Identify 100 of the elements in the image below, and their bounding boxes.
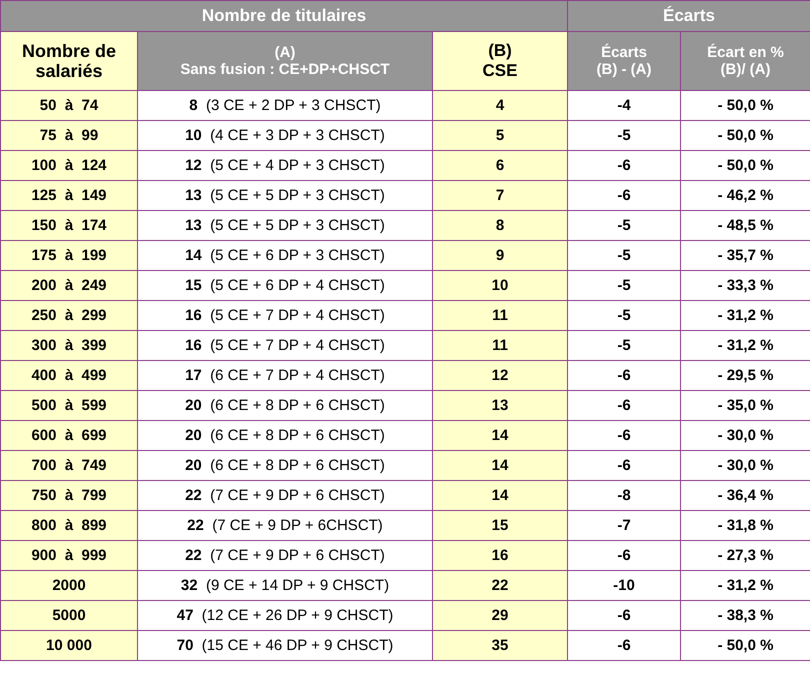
table-cell: -6 — [568, 600, 680, 630]
table-cell: -6 — [568, 360, 680, 390]
table-cell: 12 — [432, 360, 568, 390]
table-cell: 400 à 499 — [0, 360, 138, 390]
table-cell: - 31,8 % — [680, 510, 810, 540]
table-cell: -6 — [568, 540, 680, 570]
column-header: Écart en % (B)/ (A) — [680, 32, 810, 90]
table-cell: 47 (12 CE + 26 DP + 9 CHSCT) — [138, 600, 432, 630]
table-cell: -6 — [568, 180, 680, 210]
table-cell: -5 — [568, 330, 680, 360]
table-cell: - 50,0 % — [680, 630, 810, 660]
table-cell: -5 — [568, 120, 680, 150]
table-cell: 22 (7 CE + 9 DP + 6 CHSCT) — [138, 480, 432, 510]
table-cell: 2000 — [0, 570, 138, 600]
table-cell: 700 à 749 — [0, 450, 138, 480]
table-cell: 35 — [432, 630, 568, 660]
group-header: Nombre de titulaires — [0, 0, 568, 32]
table-cell: - 48,5 % — [680, 210, 810, 240]
table-cell: 14 — [432, 450, 568, 480]
table-cell: 32 (9 CE + 14 DP + 9 CHSCT) — [138, 570, 432, 600]
table-cell: -6 — [568, 450, 680, 480]
table-cell: 13 — [432, 390, 568, 420]
table-cell: 22 (7 CE + 9 DP + 6CHSCT) — [138, 510, 432, 540]
table-cell: 8 — [432, 210, 568, 240]
table-cell: 7 — [432, 180, 568, 210]
table-cell: -7 — [568, 510, 680, 540]
table-cell: 11 — [432, 300, 568, 330]
table-cell: - 31,2 % — [680, 570, 810, 600]
column-header: Nombre de salariés — [0, 32, 138, 90]
table-cell: 10 (4 CE + 3 DP + 3 CHSCT) — [138, 120, 432, 150]
column-header: (A) Sans fusion : CE+DP+CHSCT — [138, 32, 432, 90]
table-cell: 16 — [432, 540, 568, 570]
table-cell: 600 à 699 — [0, 420, 138, 450]
table-cell: 150 à 174 — [0, 210, 138, 240]
table-cell: 50 à 74 — [0, 90, 138, 120]
table-cell: 20 (6 CE + 8 DP + 6 CHSCT) — [138, 450, 432, 480]
table-cell: 12 (5 CE + 4 DP + 3 CHSCT) — [138, 150, 432, 180]
table-cell: - 35,7 % — [680, 240, 810, 270]
table-cell: -10 — [568, 570, 680, 600]
table-cell: 250 à 299 — [0, 300, 138, 330]
table-cell: 5 — [432, 120, 568, 150]
table-cell: -4 — [568, 90, 680, 120]
table-cell: -5 — [568, 240, 680, 270]
table-cell: 14 (5 CE + 6 DP + 3 CHSCT) — [138, 240, 432, 270]
table-cell: 13 (5 CE + 5 DP + 3 CHSCT) — [138, 180, 432, 210]
column-header: Écarts (B) - (A) — [568, 32, 680, 90]
table-cell: 5000 — [0, 600, 138, 630]
table-cell: - 46,2 % — [680, 180, 810, 210]
table-cell: 300 à 399 — [0, 330, 138, 360]
table-cell: 13 (5 CE + 5 DP + 3 CHSCT) — [138, 210, 432, 240]
table-cell: 200 à 249 — [0, 270, 138, 300]
table-cell: 6 — [432, 150, 568, 180]
table-cell: - 27,3 % — [680, 540, 810, 570]
table-cell: 70 (15 CE + 46 DP + 9 CHSCT) — [138, 630, 432, 660]
table-cell: 15 — [432, 510, 568, 540]
table-cell: 4 — [432, 90, 568, 120]
table-cell: - 50,0 % — [680, 150, 810, 180]
table-cell: 17 (6 CE + 7 DP + 4 CHSCT) — [138, 360, 432, 390]
table-cell: 15 (5 CE + 6 DP + 4 CHSCT) — [138, 270, 432, 300]
table-cell: 8 (3 CE + 2 DP + 3 CHSCT) — [138, 90, 432, 120]
table-cell: - 36,4 % — [680, 480, 810, 510]
table-cell: - 38,3 % — [680, 600, 810, 630]
table-cell: 125 à 149 — [0, 180, 138, 210]
table-cell: -6 — [568, 420, 680, 450]
table-cell: 22 — [432, 570, 568, 600]
table-cell: 750 à 799 — [0, 480, 138, 510]
group-header: Écarts — [568, 0, 810, 32]
table-cell: 800 à 899 — [0, 510, 138, 540]
table-cell: - 31,2 % — [680, 300, 810, 330]
table-cell: 22 (7 CE + 9 DP + 6 CHSCT) — [138, 540, 432, 570]
table-cell: - 33,3 % — [680, 270, 810, 300]
table-cell: 10 — [432, 270, 568, 300]
table-cell: 100 à 124 — [0, 150, 138, 180]
table-cell: - 29,5 % — [680, 360, 810, 390]
table-cell: -6 — [568, 150, 680, 180]
table-cell: - 35,0 % — [680, 390, 810, 420]
table-cell: - 31,2 % — [680, 330, 810, 360]
table-cell: 20 (6 CE + 8 DP + 6 CHSCT) — [138, 390, 432, 420]
table-cell: 29 — [432, 600, 568, 630]
column-header: (B) CSE — [432, 32, 568, 90]
table-cell: -6 — [568, 630, 680, 660]
table-cell: -5 — [568, 300, 680, 330]
table-cell: 11 — [432, 330, 568, 360]
table-cell: 14 — [432, 480, 568, 510]
table-cell: 500 à 599 — [0, 390, 138, 420]
table-cell: 900 à 999 — [0, 540, 138, 570]
table-cell: 20 (6 CE + 8 DP + 6 CHSCT) — [138, 420, 432, 450]
table-cell: 10 000 — [0, 630, 138, 660]
table-cell: 14 — [432, 420, 568, 450]
table-cell: -8 — [568, 480, 680, 510]
table-cell: - 50,0 % — [680, 90, 810, 120]
table-cell: -5 — [568, 270, 680, 300]
table-cell: 16 (5 CE + 7 DP + 4 CHSCT) — [138, 330, 432, 360]
table-cell: - 30,0 % — [680, 420, 810, 450]
table-cell: -5 — [568, 210, 680, 240]
table-cell: 16 (5 CE + 7 DP + 4 CHSCT) — [138, 300, 432, 330]
table-cell: 175 à 199 — [0, 240, 138, 270]
table-cell: -6 — [568, 390, 680, 420]
table-cell: - 50,0 % — [680, 120, 810, 150]
table-cell: 9 — [432, 240, 568, 270]
